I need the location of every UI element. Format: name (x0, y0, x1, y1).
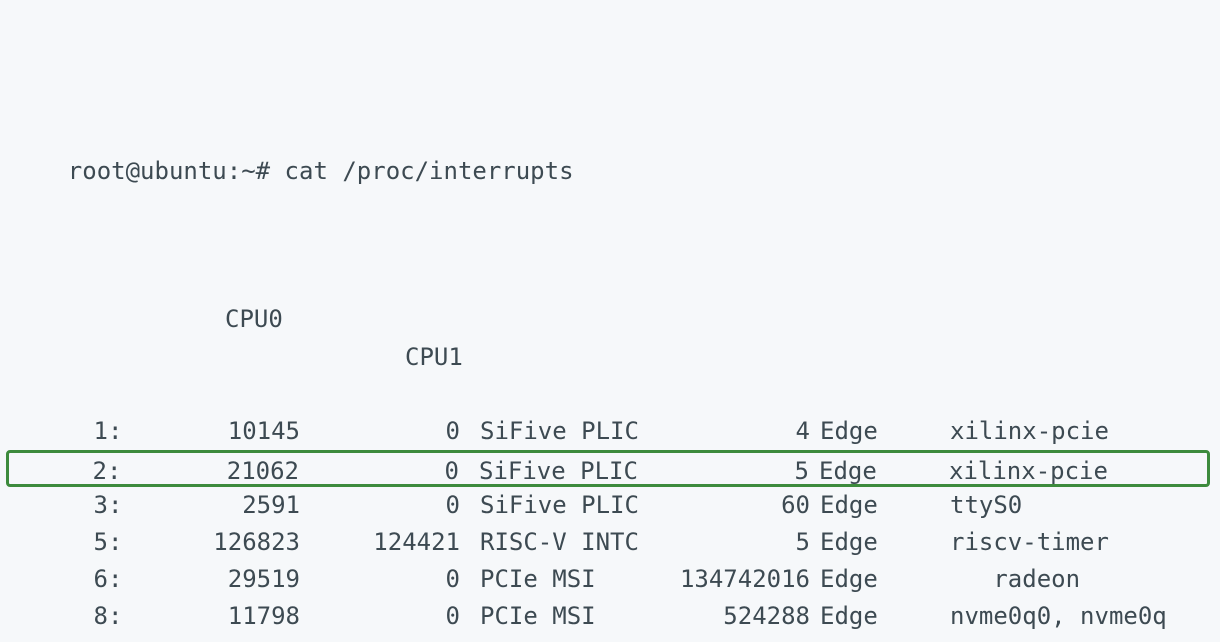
irq-chip: RISC-V INTC (480, 524, 660, 561)
interrupt-row: 10: 2913 0 SiFive PLIC2 Edge eth0 (10, 635, 1210, 642)
irq-trigger: Edge (820, 635, 900, 642)
interrupts-table: 1:101450SiFive PLIC4Edgexilinx-pcie2:210… (10, 413, 1210, 642)
terminal-output: root@ubuntu:~# cat /proc/interrupts CPU0… (0, 0, 1220, 642)
colon: : (107, 453, 121, 490)
colon: : (108, 635, 122, 642)
irq-trigger: Edge (820, 487, 900, 524)
irq-id: 3 (18, 487, 108, 524)
shell-prompt: root@ubuntu:~# (68, 157, 285, 185)
irq-trigger: Edge (820, 413, 900, 450)
irq-device: radeon (950, 561, 1080, 598)
cpu0-count: 2591 (130, 487, 300, 524)
cpu1-count: 124421 (310, 524, 460, 561)
irq-chip: SiFive PLIC (480, 487, 660, 524)
interrupts-header: CPU0 CPU1 (10, 264, 1210, 301)
colon: : (108, 561, 122, 598)
irq-id: 10 (18, 635, 108, 642)
cpu0-count: 21062 (129, 453, 299, 490)
irq-device: xilinx-pcie (950, 413, 1109, 450)
interrupt-row: 3:2591 0 SiFive PLIC60 Edge ttyS0 (10, 487, 1210, 524)
irq-hwnum: 134742016 (650, 561, 810, 598)
cpu1-count: 0 (310, 598, 460, 635)
irq-id: 6 (18, 561, 108, 598)
cpu1-count: 0 (309, 453, 459, 490)
interrupt-row: 6:29519 0 PCIe MSI134742016 Edge radeon (10, 561, 1210, 598)
colon: : (108, 487, 122, 524)
cpu0-count: 10145 (130, 413, 300, 450)
header-cpu1: CPU1 (405, 339, 463, 376)
irq-hwnum: 2 (650, 635, 810, 642)
irq-chip: PCIe MSI (480, 561, 660, 598)
irq-hwnum: 5 (650, 524, 810, 561)
interrupt-row: 8:11798 0 PCIe MSI524288 Edge nvme0q0, nvme0… (10, 598, 1210, 635)
irq-trigger: Edge (820, 598, 900, 635)
irq-device: eth0 (950, 635, 1008, 642)
colon: : (108, 598, 122, 635)
cpu0-count: 2913 (130, 635, 300, 642)
irq-device: xilinx-pcie (949, 453, 1108, 490)
irq-chip: SiFive PLIC (479, 453, 659, 490)
irq-chip: PCIe MSI (480, 598, 660, 635)
irq-trigger: Edge (819, 453, 899, 490)
shell-command: cat /proc/interrupts (285, 157, 574, 185)
irq-id: 5 (18, 524, 108, 561)
irq-hwnum: 5 (649, 453, 809, 490)
irq-hwnum: 4 (650, 413, 810, 450)
irq-chip: SiFive PLIC (480, 635, 660, 642)
cpu1-count: 0 (310, 635, 460, 642)
header-cpu0: CPU0 (225, 301, 283, 338)
irq-device: ttyS0 (950, 487, 1022, 524)
colon: : (108, 413, 122, 450)
cpu0-count: 126823 (130, 524, 300, 561)
colon: : (108, 524, 122, 561)
irq-trigger: Edge (820, 524, 900, 561)
irq-hwnum: 524288 (650, 598, 810, 635)
interrupt-row: 5:126823124421RISC-V INTC5Edgeriscv-time… (10, 524, 1210, 561)
prompt-line: root@ubuntu:~# cat /proc/interrupts (10, 116, 1210, 153)
cpu1-count: 0 (310, 487, 460, 524)
interrupt-row: 2:21062 0 SiFive PLIC5 Edge xilinx-pcie (6, 450, 1210, 487)
irq-device: riscv-timer (950, 524, 1109, 561)
irq-trigger: Edge (820, 561, 900, 598)
irq-id: 8 (18, 598, 108, 635)
irq-device: nvme0q0, nvme0q (950, 598, 1167, 635)
cpu0-count: 29519 (130, 561, 300, 598)
irq-chip: SiFive PLIC (480, 413, 660, 450)
irq-hwnum: 60 (650, 487, 810, 524)
irq-id: 1 (18, 413, 108, 450)
cpu1-count: 0 (310, 561, 460, 598)
irq-id: 2 (17, 453, 107, 490)
cpu0-count: 11798 (130, 598, 300, 635)
cpu1-count: 0 (310, 413, 460, 450)
interrupt-row: 1:10145 0 SiFive PLIC4 Edge xilinx-pcie (10, 413, 1210, 450)
